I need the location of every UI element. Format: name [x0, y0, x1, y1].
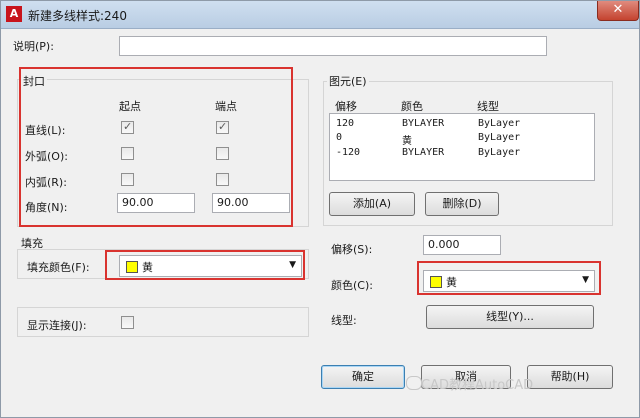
show-joints-checkbox[interactable] — [121, 316, 134, 329]
color-column-header: 颜色 — [401, 100, 423, 113]
line-cap-label: 直线(L): — [25, 124, 66, 137]
dropdown-arrow-icon: ▼ — [289, 260, 296, 270]
autocad-app-icon: A — [6, 6, 22, 22]
element-linetype: ByLayer — [478, 118, 521, 129]
dropdown-arrow-icon: ▼ — [582, 275, 589, 285]
show-joints-label: 显示连接(J): — [27, 319, 87, 332]
line-end-checkbox[interactable] — [216, 120, 229, 134]
fill-color-label: 填充颜色(F): — [27, 261, 90, 274]
close-icon: ✕ — [612, 2, 624, 17]
add-element-button[interactable]: 添加(A) — [329, 192, 415, 216]
element-offset: 120 — [336, 118, 355, 129]
delete-element-button[interactable]: 删除(D) — [425, 192, 499, 216]
caps-group-label: 封口 — [21, 73, 47, 89]
linetype-column-header: 线型 — [477, 100, 499, 113]
outer-arc-end-checkbox[interactable] — [216, 147, 229, 160]
element-color: BYLAYER — [402, 147, 445, 158]
element-row[interactable]: 120 BYLAYER ByLayer — [336, 118, 586, 133]
element-linetype: ByLayer — [478, 147, 521, 158]
outer-arc-label: 外弧(O): — [25, 150, 68, 163]
element-color-select[interactable]: 黄 ▼ — [423, 270, 595, 292]
caps-end-header: 端点 — [215, 100, 237, 113]
line-start-checkbox[interactable] — [121, 120, 134, 134]
element-linetype: ByLayer — [478, 132, 521, 143]
inner-arc-label: 内弧(R): — [25, 176, 67, 189]
fill-color-value: 黄 — [142, 261, 153, 274]
offset-column-header: 偏移 — [335, 100, 357, 113]
angle-label: 角度(N): — [25, 201, 68, 214]
color-label: 颜色(C): — [331, 279, 373, 292]
elements-list[interactable]: 120 BYLAYER ByLayer 0 黄 ByLayer -120 BYL… — [329, 113, 595, 181]
element-offset: 0 — [336, 132, 343, 143]
element-color: BYLAYER — [402, 118, 445, 129]
watermark-text: CAD教程AutoCAD — [421, 378, 534, 393]
ok-button[interactable]: 确定 — [321, 365, 405, 389]
help-button[interactable]: 帮助(H) — [527, 365, 613, 389]
element-color-value: 黄 — [446, 276, 457, 289]
element-row[interactable]: 0 黄 ByLayer — [336, 132, 586, 147]
linetype-label: 线型: — [331, 314, 357, 327]
inner-arc-end-checkbox[interactable] — [216, 173, 229, 186]
angle-end-input[interactable]: 90.00 — [212, 193, 290, 213]
element-offset: -120 — [336, 147, 361, 158]
linetype-button[interactable]: 线型(Y)... — [426, 305, 594, 329]
close-button[interactable]: ✕ — [597, 1, 639, 21]
elements-group-label: 图元(E) — [327, 73, 369, 89]
caps-start-header: 起点 — [119, 100, 141, 113]
fill-color-select[interactable]: 黄 ▼ — [119, 255, 302, 277]
outer-arc-start-checkbox[interactable] — [121, 147, 134, 160]
angle-start-input[interactable]: 90.00 — [117, 193, 195, 213]
wechat-logo-icon — [406, 376, 422, 390]
element-color: 黄 — [402, 136, 412, 147]
yellow-swatch-icon — [430, 276, 442, 288]
yellow-swatch-icon — [126, 261, 138, 273]
description-input[interactable] — [119, 36, 547, 56]
description-label: 说明(P): — [13, 40, 54, 53]
multiline-style-dialog: A 新建多线样式:240 ✕ 说明(P): 封口 起点 端点 直线(L): 外弧… — [0, 0, 640, 418]
title-bar[interactable]: A 新建多线样式:240 ✕ — [1, 1, 639, 29]
offset-label: 偏移(S): — [331, 243, 373, 256]
window-title: 新建多线样式:240 — [28, 9, 127, 23]
element-row[interactable]: -120 BYLAYER ByLayer — [336, 147, 586, 162]
offset-input[interactable]: 0.000 — [423, 235, 501, 255]
inner-arc-start-checkbox[interactable] — [121, 173, 134, 186]
